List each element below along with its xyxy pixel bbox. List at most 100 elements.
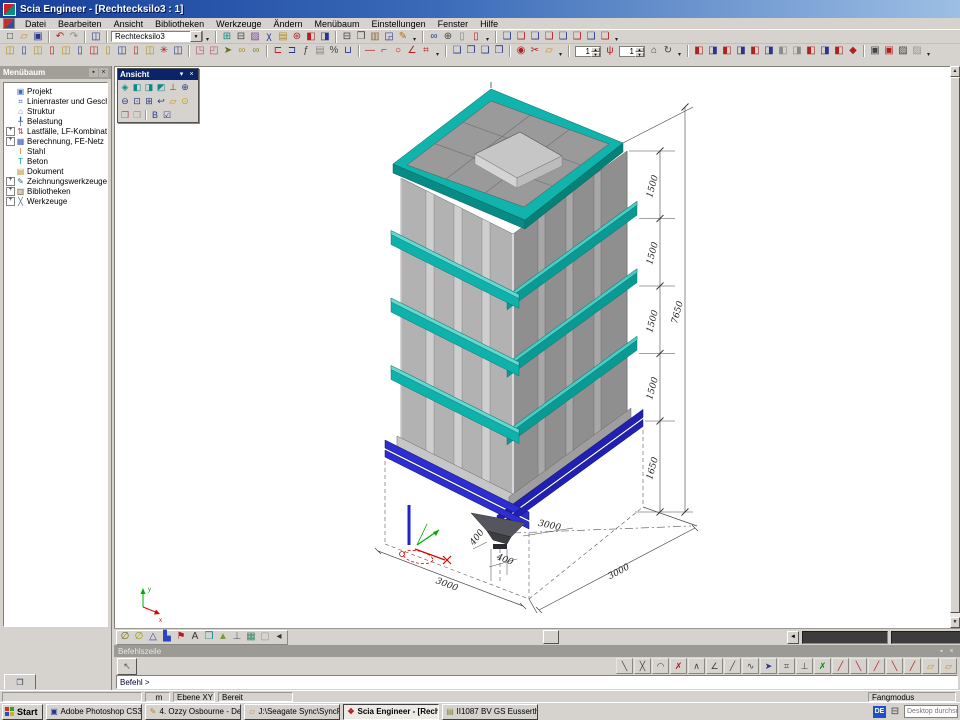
member-12-icon[interactable]: ✳: [157, 45, 171, 58]
horizontal-scroll-thumb[interactable]: [543, 630, 559, 644]
scroll-up-icon[interactable]: ▲: [950, 66, 960, 77]
ansicht-palette-titlebar[interactable]: Ansicht ▾ ×: [118, 69, 198, 80]
toolbar-overflow-icon[interactable]: ▾: [924, 45, 933, 58]
panel-tab[interactable]: ❐: [4, 674, 36, 689]
support-icon[interactable]: ⊔: [341, 45, 355, 58]
oo-1-icon[interactable]: ∞: [235, 45, 249, 58]
chevron-down-icon[interactable]: ▼: [190, 31, 202, 42]
expand-icon[interactable]: [6, 87, 15, 96]
chevron-down-icon[interactable]: ▾: [177, 70, 186, 79]
snap-line-2-icon[interactable]: ╲: [850, 658, 867, 674]
task-ozzy[interactable]: ✎ 4. Ozzy Osbourne - Dee ...: [145, 704, 241, 720]
menu-menuebaum[interactable]: Menübaum: [309, 18, 366, 30]
toolbar-overflow-icon[interactable]: ▾: [483, 30, 492, 43]
member-8-icon[interactable]: ▯: [101, 45, 115, 58]
beam-7-icon[interactable]: ◧: [776, 45, 790, 58]
text-abc-icon[interactable]: A: [188, 631, 202, 644]
zoom-prev-icon[interactable]: ↩: [155, 95, 167, 107]
label-flag-icon[interactable]: ⚑: [174, 631, 188, 644]
beam-11-icon[interactable]: ◧: [832, 45, 846, 58]
tree-belastung[interactable]: ╀ Belastung: [6, 116, 107, 126]
update-icon[interactable]: ⊛: [290, 30, 304, 43]
percent-icon[interactable]: %: [327, 45, 341, 58]
start-button[interactable]: Start: [2, 704, 43, 720]
beam-8-icon[interactable]: ◨: [790, 45, 804, 58]
find-icon[interactable]: ⊕: [441, 30, 455, 43]
visibility-1-icon[interactable]: ∅: [118, 631, 132, 644]
view-window-2-icon[interactable]: ❏: [514, 30, 528, 43]
beam-9-icon[interactable]: ◧: [804, 45, 818, 58]
view-window-3-icon[interactable]: ❏: [528, 30, 542, 43]
task-photoshop[interactable]: ▣ Adobe Photoshop CS3 E...: [46, 704, 142, 720]
beam-10-icon[interactable]: ◨: [818, 45, 832, 58]
oo-2-icon[interactable]: ∞: [249, 45, 263, 58]
menu-ansicht[interactable]: Ansicht: [108, 18, 150, 30]
snap-line-3-icon[interactable]: ╱: [868, 658, 885, 674]
docked-pane-1[interactable]: [802, 631, 888, 644]
title-bar[interactable]: Scia Engineer - [Rechtecksilo3 : 1]: [0, 0, 960, 18]
printer-icon[interactable]: ⊟: [340, 30, 354, 43]
expand-icon[interactable]: +: [6, 127, 15, 136]
zoom-window-icon[interactable]: ⊡: [131, 95, 143, 107]
status-snap-mode[interactable]: Fangmodus: [868, 692, 956, 702]
render-icon[interactable]: ❒: [202, 631, 216, 644]
pin-icon[interactable]: ▪: [937, 647, 946, 656]
snap-perp-icon[interactable]: ⊥: [796, 658, 813, 674]
menu-bibliotheken[interactable]: Bibliotheken: [149, 18, 210, 30]
new-icon[interactable]: □: [3, 30, 17, 43]
view-window-6-icon[interactable]: ❏: [570, 30, 584, 43]
copy-2-icon[interactable]: ❐: [464, 45, 478, 58]
member-3-icon[interactable]: ◫: [31, 45, 45, 58]
member-7-icon[interactable]: ◫: [87, 45, 101, 58]
node-icon[interactable]: ψ: [603, 45, 617, 58]
delete-icon[interactable]: ◉: [514, 45, 528, 58]
expand-icon[interactable]: +: [6, 187, 15, 196]
menu-bearbeiten[interactable]: Bearbeiten: [52, 18, 108, 30]
print-small-icon[interactable]: ⊟: [234, 30, 248, 43]
tree-bibliotheken[interactable]: + ▥ Bibliotheken: [6, 186, 107, 196]
desktop-search-input[interactable]: Desktop durchsuch...: [904, 705, 958, 718]
status-plane[interactable]: Ebene XY: [173, 692, 215, 702]
tree-linienraster[interactable]: ⌗ Linienraster und Geschosse: [6, 96, 107, 106]
member-1-icon[interactable]: ◫: [3, 45, 17, 58]
copy-1-icon[interactable]: ❏: [450, 45, 464, 58]
member-6-icon[interactable]: ▯: [73, 45, 87, 58]
column-a-icon[interactable]: ▯: [455, 30, 469, 43]
snap-point-icon[interactable]: ✗: [814, 658, 831, 674]
beam-1-icon[interactable]: ◧: [692, 45, 706, 58]
print-preview-icon[interactable]: ❐: [354, 30, 368, 43]
language-indicator[interactable]: DE: [873, 706, 886, 718]
beam-6-icon[interactable]: ◨: [762, 45, 776, 58]
render-settings-icon[interactable]: ❒: [119, 109, 131, 121]
tree-werkzeuge[interactable]: + ╳ Werkzeuge: [6, 196, 107, 206]
view-axo-icon[interactable]: ◈: [119, 81, 131, 93]
draw-raster-icon[interactable]: ⌗: [419, 45, 433, 58]
load-1-icon[interactable]: ⊏: [271, 45, 285, 58]
copy-3-icon[interactable]: ❏: [478, 45, 492, 58]
document-menu-icon[interactable]: [3, 18, 15, 29]
tree-lastfaelle[interactable]: + ⇅ Lastfälle, LF-Kombinationen: [6, 126, 107, 136]
view-window-1-icon[interactable]: ❏: [500, 30, 514, 43]
person-icon[interactable]: ◰: [207, 45, 221, 58]
menu-hilfe[interactable]: Hilfe: [474, 18, 504, 30]
zoom-out-icon[interactable]: ⊖: [119, 95, 131, 107]
expand-icon[interactable]: [6, 167, 15, 176]
zoom-all-icon[interactable]: ⊞: [143, 95, 155, 107]
filter-2-icon[interactable]: ▨: [910, 45, 924, 58]
edit-doc-icon[interactable]: ✎: [396, 30, 410, 43]
tree-beton[interactable]: T Beton: [6, 156, 107, 166]
open-folder-icon[interactable]: ▱: [542, 45, 556, 58]
roof-icon[interactable]: ⌂: [647, 45, 661, 58]
menu-werkzeuge[interactable]: Werkzeuge: [210, 18, 267, 30]
picture-icon[interactable]: ▦: [244, 631, 258, 644]
scroll-left-icon[interactable]: ◄: [787, 631, 799, 644]
bulb-icon[interactable]: ⊙: [179, 95, 191, 107]
vertical-scroll-thumb[interactable]: [950, 77, 960, 613]
filter-1-icon[interactable]: ▨: [896, 45, 910, 58]
member-5-icon[interactable]: ◫: [59, 45, 73, 58]
snap-line-4-icon[interactable]: ╲: [886, 658, 903, 674]
menu-aendern[interactable]: Ändern: [267, 18, 308, 30]
beam-4-icon[interactable]: ◨: [734, 45, 748, 58]
beam-2-icon[interactable]: ◨: [706, 45, 720, 58]
diamond-icon[interactable]: ◆: [846, 45, 860, 58]
